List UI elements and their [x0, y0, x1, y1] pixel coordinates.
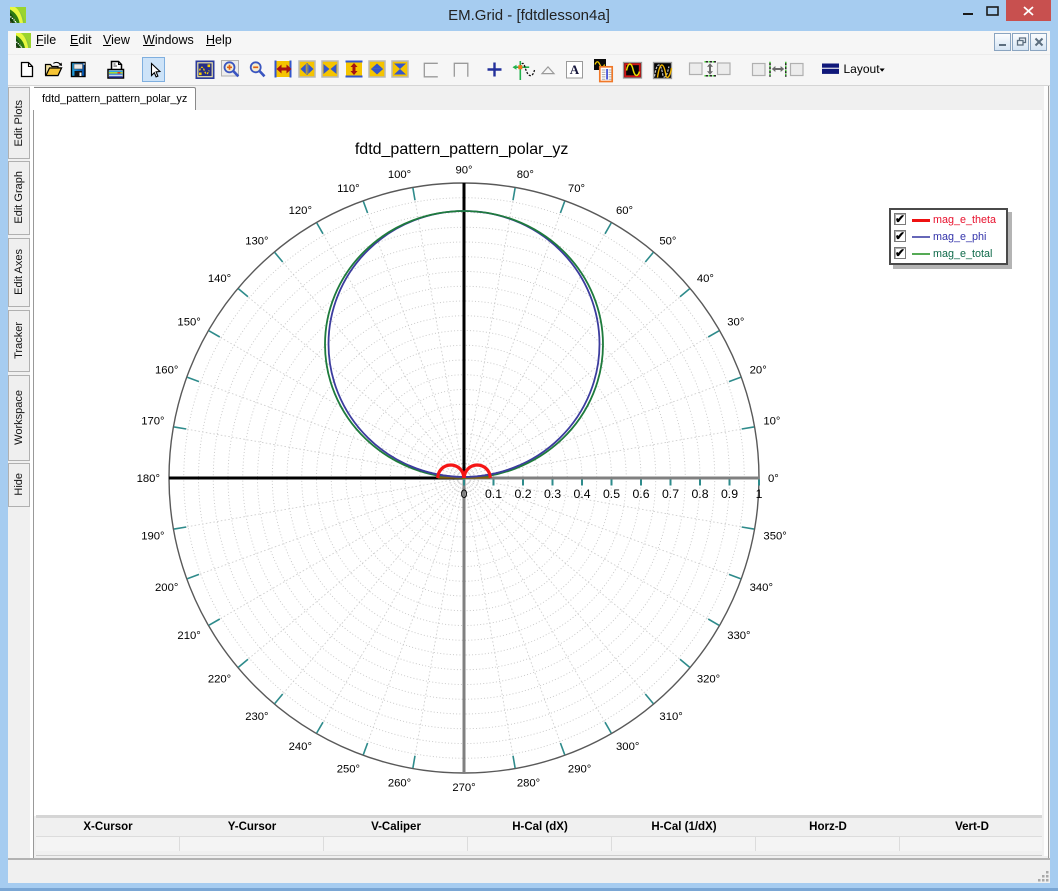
- svg-text:210°: 210°: [177, 630, 200, 642]
- svg-text:0°: 0°: [768, 473, 779, 485]
- svg-text:110°: 110°: [337, 183, 360, 195]
- svg-text:200°: 200°: [155, 582, 178, 594]
- svg-text:A: A: [570, 62, 580, 77]
- svg-text:270°: 270°: [452, 782, 475, 794]
- svg-text:300°: 300°: [616, 741, 639, 753]
- svg-text:330°: 330°: [727, 630, 750, 642]
- svg-text:40°: 40°: [697, 273, 714, 285]
- svg-text:0.2: 0.2: [514, 487, 531, 501]
- svg-text:140°: 140°: [208, 273, 231, 285]
- svg-text:340°: 340°: [750, 582, 773, 594]
- svg-text:0.7: 0.7: [662, 487, 679, 501]
- svg-text:0: 0: [461, 487, 468, 501]
- svg-text:10°: 10°: [763, 416, 780, 428]
- svg-text:240°: 240°: [289, 741, 312, 753]
- svg-text:70°: 70°: [568, 183, 585, 195]
- svg-text:130°: 130°: [245, 236, 268, 248]
- svg-text:320°: 320°: [697, 673, 720, 685]
- svg-text:350°: 350°: [763, 531, 786, 543]
- svg-text:260°: 260°: [388, 777, 411, 789]
- svg-text:0.5: 0.5: [603, 487, 620, 501]
- svg-text:280°: 280°: [517, 777, 540, 789]
- svg-text:80°: 80°: [517, 169, 534, 181]
- svg-text:0.6: 0.6: [632, 487, 649, 501]
- svg-text:0.3: 0.3: [544, 487, 561, 501]
- svg-text:310°: 310°: [659, 711, 682, 723]
- svg-text:180°: 180°: [137, 473, 160, 485]
- svg-text:60°: 60°: [616, 205, 633, 217]
- svg-text:100°: 100°: [388, 169, 411, 181]
- svg-text:120°: 120°: [289, 205, 312, 217]
- svg-text:Layout: Layout: [844, 62, 881, 76]
- svg-text:160°: 160°: [155, 365, 178, 377]
- svg-text:30°: 30°: [727, 317, 744, 329]
- svg-text:1: 1: [756, 487, 763, 501]
- svg-text:0.9: 0.9: [721, 487, 738, 501]
- svg-text:290°: 290°: [568, 764, 591, 776]
- svg-text:0.8: 0.8: [691, 487, 708, 501]
- svg-text:50°: 50°: [659, 236, 676, 248]
- svg-text:170°: 170°: [141, 416, 164, 428]
- svg-text:220°: 220°: [208, 673, 231, 685]
- svg-text:150°: 150°: [177, 317, 200, 329]
- svg-text:190°: 190°: [141, 531, 164, 543]
- svg-text:fdtd_pattern_pattern_polar_yz: fdtd_pattern_pattern_polar_yz: [355, 141, 568, 158]
- svg-text:0.4: 0.4: [573, 487, 590, 501]
- svg-text:0.1: 0.1: [485, 487, 502, 501]
- svg-text:230°: 230°: [245, 711, 268, 723]
- svg-text:250°: 250°: [337, 764, 360, 776]
- svg-text:20°: 20°: [750, 365, 767, 377]
- svg-text:90°: 90°: [455, 165, 472, 177]
